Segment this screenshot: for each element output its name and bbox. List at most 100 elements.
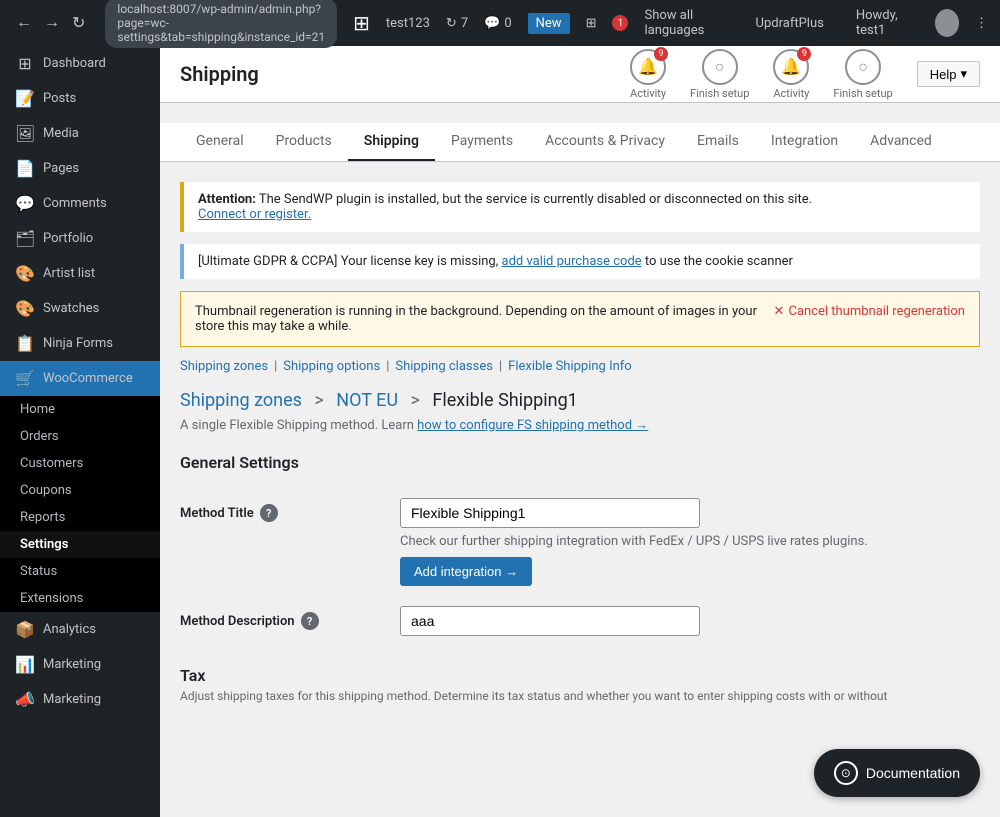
- sidebar-label-dashboard: Dashboard: [43, 56, 106, 71]
- page-subtitle-text: A single Flexible Shipping method. Learn: [180, 418, 417, 433]
- tab-accounts-privacy[interactable]: Accounts & Privacy: [529, 123, 681, 161]
- sidebar-item-marketing[interactable]: 📣 Marketing: [0, 682, 160, 717]
- tab-emails[interactable]: Emails: [681, 123, 755, 161]
- swatches-icon: 🎨: [15, 299, 35, 318]
- sidebar-item-media[interactable]: 🖼 Media: [0, 116, 160, 151]
- notifications[interactable]: 1: [612, 15, 628, 31]
- tab-integration[interactable]: Integration: [755, 123, 854, 161]
- tax-description: Adjust shipping taxes for this shipping …: [180, 689, 980, 703]
- tab-products[interactable]: Products: [260, 123, 348, 161]
- finish-setup-1-circle: ○: [702, 49, 738, 85]
- posts-icon: 📝: [15, 89, 35, 108]
- tab-payments[interactable]: Payments: [435, 123, 529, 161]
- integration-hint: Check our further shipping integration w…: [400, 534, 980, 549]
- method-title-help-icon[interactable]: ?: [260, 504, 278, 522]
- sidebar-label-ninja-forms: Ninja Forms: [43, 336, 113, 351]
- cancel-regeneration-button[interactable]: ✕ Cancel thumbnail regeneration: [774, 304, 965, 319]
- updates-count[interactable]: ↻ 7: [446, 16, 468, 31]
- products-icon: 📦: [15, 620, 35, 639]
- submenu-reports-label: Reports: [20, 510, 65, 525]
- method-description-row: Method Description ?: [180, 596, 980, 646]
- submenu-home[interactable]: Home: [0, 396, 160, 423]
- wp-logo-icon: ⊞: [586, 16, 597, 31]
- flexible-shipping-info-link[interactable]: Flexible Shipping Info: [508, 359, 632, 374]
- page-subtitle: A single Flexible Shipping method. Learn…: [180, 417, 980, 433]
- activity-icon: 🔔: [638, 57, 658, 76]
- reload-button[interactable]: ↻: [68, 11, 89, 35]
- tab-shipping[interactable]: Shipping: [348, 123, 435, 161]
- thumbnail-notice: Thumbnail regeneration is running in the…: [180, 291, 980, 347]
- documentation-button[interactable]: ⊙ Documentation: [814, 749, 980, 797]
- submenu-settings[interactable]: Settings: [0, 531, 160, 558]
- tab-advanced[interactable]: Advanced: [854, 123, 948, 161]
- main-content: Shipping 🔔 9 Activity ○ Finish setup 🔔 9: [160, 46, 1000, 817]
- activity-2-group[interactable]: 🔔 9 Activity: [773, 49, 809, 100]
- activity-2-circle: 🔔 9: [773, 49, 809, 85]
- url-bar[interactable]: localhost:8007/wp-admin/admin.php?page=w…: [105, 0, 337, 48]
- activity-2-icon: 🔔: [781, 57, 801, 76]
- sidebar-label-posts: Posts: [43, 91, 76, 106]
- artist-list-icon: 🎨: [15, 264, 35, 283]
- finish-setup-2-group[interactable]: ○ Finish setup: [833, 49, 892, 100]
- sidebar-item-dashboard[interactable]: ⊞ Dashboard: [0, 46, 160, 81]
- sidebar-item-posts[interactable]: 📝 Posts: [0, 81, 160, 116]
- comment-icon: 💬: [484, 16, 500, 31]
- sidebar-label-marketing: Marketing: [43, 692, 101, 707]
- sidebar-item-pages[interactable]: 📄 Pages: [0, 151, 160, 186]
- sidebar-item-woocommerce[interactable]: 🛒 WooCommerce: [0, 361, 160, 396]
- dashboard-icon: ⊞: [15, 54, 35, 73]
- sidebar-item-products[interactable]: 📦 Analytics: [0, 612, 160, 647]
- woocommerce-submenu: Home Orders Customers Coupons Reports Se…: [0, 396, 160, 612]
- sidebar-label-analytics: Marketing: [43, 657, 101, 672]
- help-button[interactable]: Help ▾: [917, 61, 980, 87]
- method-description-label: Method Description ?: [180, 612, 400, 630]
- sidebar-item-comments[interactable]: 💬 Comments: [0, 186, 160, 221]
- admin-menu-icon[interactable]: ⋮: [975, 16, 988, 31]
- page-title: Shipping: [180, 46, 630, 102]
- submenu-customers[interactable]: Customers: [0, 450, 160, 477]
- sidebar-item-ninja-forms[interactable]: 📋 Ninja Forms: [0, 326, 160, 361]
- fs-configure-link[interactable]: how to configure FS shipping method →: [417, 418, 648, 433]
- submenu-status[interactable]: Status: [0, 558, 160, 585]
- sidebar-item-portfolio[interactable]: 🗂 Portfolio: [0, 221, 160, 256]
- finish-setup-2-label: Finish setup: [833, 87, 892, 100]
- new-button[interactable]: New: [528, 13, 570, 34]
- connect-register-link[interactable]: Connect or register.: [198, 207, 311, 222]
- general-settings-title: General Settings: [180, 453, 980, 472]
- languages-button[interactable]: Show all languages: [644, 8, 739, 38]
- shipping-zones-link[interactable]: Shipping zones: [180, 359, 268, 374]
- sidebar-item-artist-list[interactable]: 🎨 Artist list: [0, 256, 160, 291]
- cancel-regen-label: Cancel thumbnail regeneration: [788, 304, 965, 319]
- gdpr-link[interactable]: add valid purchase code: [502, 254, 642, 269]
- help-chevron-icon: ▾: [960, 66, 967, 82]
- submenu-orders[interactable]: Orders: [0, 423, 160, 450]
- cancel-x-icon: ✕: [774, 304, 785, 319]
- submenu-extensions[interactable]: Extensions: [0, 585, 160, 612]
- breadcrumb-sep-2: >: [411, 390, 425, 411]
- sidebar-label-artist-list: Artist list: [43, 266, 95, 281]
- sidebar-item-analytics[interactable]: 📊 Marketing: [0, 647, 160, 682]
- browser-nav[interactable]: ← → ↻: [12, 11, 89, 35]
- method-description-help-icon[interactable]: ?: [301, 612, 319, 630]
- sidebar-item-swatches[interactable]: 🎨 Swatches: [0, 291, 160, 326]
- finish-setup-1-group[interactable]: ○ Finish setup: [690, 49, 749, 100]
- breadcrumb-not-eu-link[interactable]: NOT EU: [336, 390, 398, 411]
- general-settings-table: Method Title ? Check our further shippin…: [180, 488, 980, 646]
- breadcrumb-zones-link[interactable]: Shipping zones: [180, 390, 302, 411]
- tab-general[interactable]: General: [180, 123, 260, 161]
- method-title-input[interactable]: [400, 498, 700, 528]
- updraft-button[interactable]: UpdraftPlus: [756, 16, 824, 31]
- submenu-reports[interactable]: Reports: [0, 504, 160, 531]
- add-integration-button[interactable]: Add integration →: [400, 557, 532, 586]
- site-name[interactable]: test123: [386, 16, 430, 31]
- shipping-options-link[interactable]: Shipping options: [283, 359, 380, 374]
- forward-button[interactable]: →: [40, 11, 64, 35]
- activity-icon-group[interactable]: 🔔 9 Activity: [630, 49, 666, 100]
- method-title-row: Method Title ? Check our further shippin…: [180, 488, 980, 596]
- comments-count[interactable]: 💬 0: [484, 16, 512, 31]
- method-description-input[interactable]: [400, 606, 700, 636]
- back-button[interactable]: ←: [12, 11, 36, 35]
- shipping-classes-link[interactable]: Shipping classes: [395, 359, 493, 374]
- submenu-coupons[interactable]: Coupons: [0, 477, 160, 504]
- attention-text: The SendWP plugin is installed, but the …: [259, 192, 812, 207]
